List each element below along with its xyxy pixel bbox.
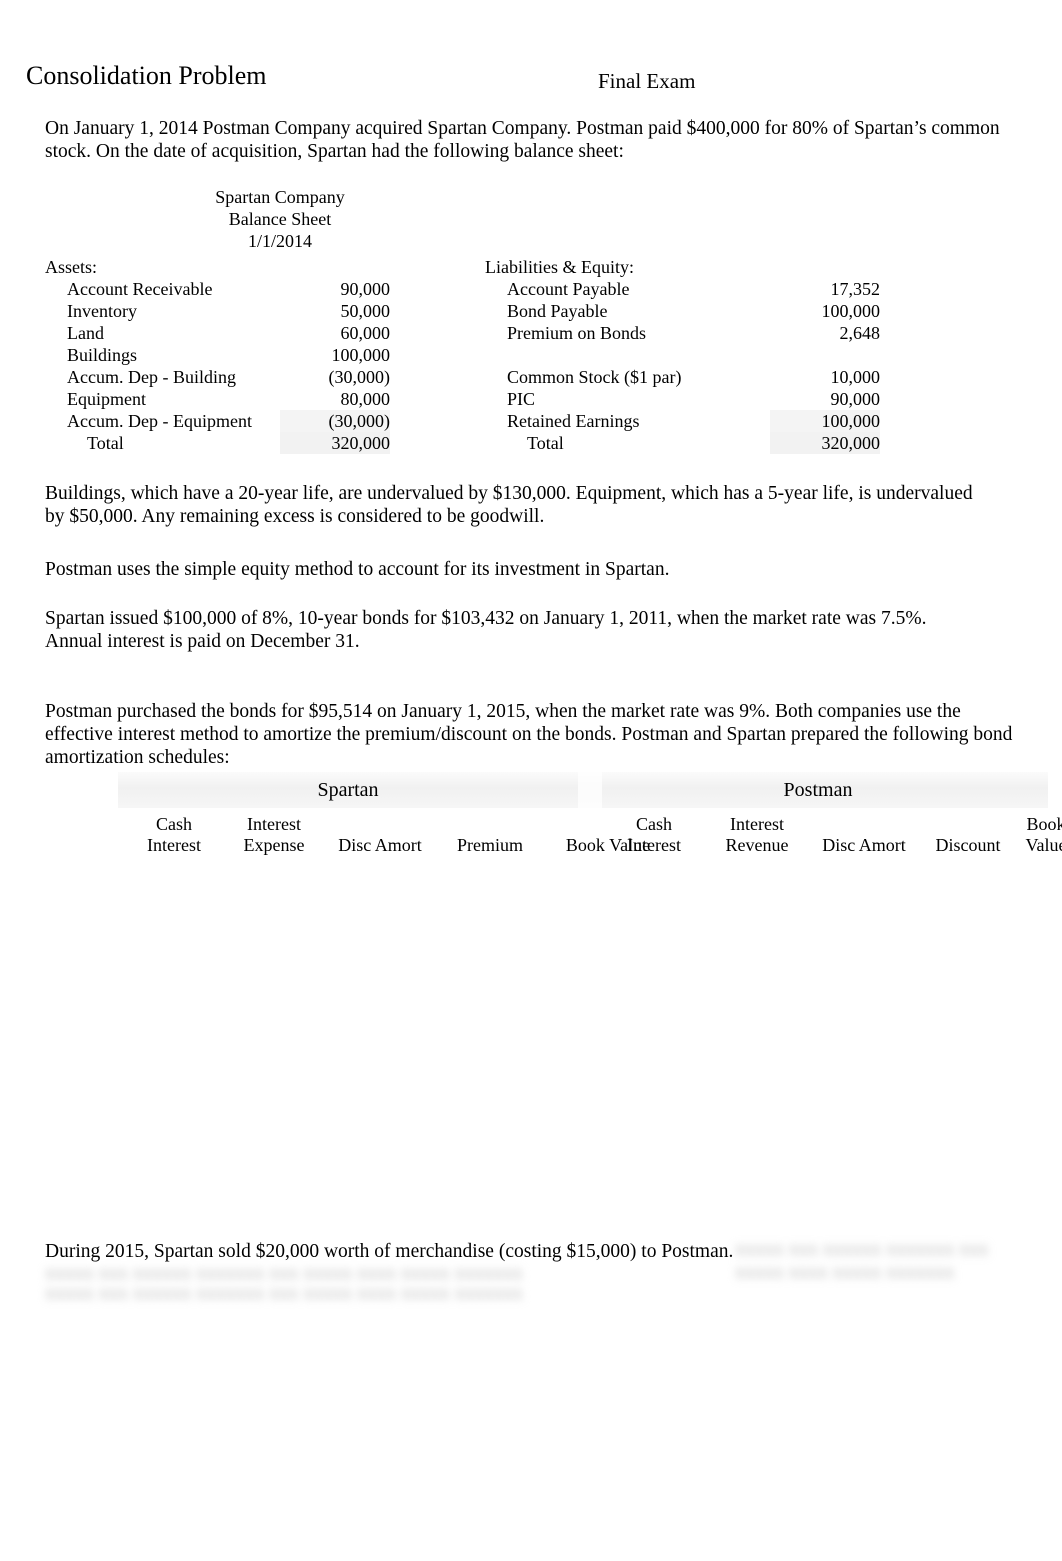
balance-sheet-statement: Balance Sheet bbox=[228, 209, 332, 229]
balance-sheet-heading: Spartan Company Balance Sheet 1/1/2014 bbox=[45, 186, 515, 252]
table-row: Account Payable 17,352 bbox=[485, 278, 945, 300]
table-row: Account Receivable 90,000 bbox=[45, 278, 495, 300]
row-label: Retained Earnings bbox=[507, 411, 640, 431]
column-header-spartan-premium: Premium bbox=[457, 835, 523, 855]
assets-column: Assets: Account Receivable 90,000 Invent… bbox=[45, 256, 495, 454]
liabilities-total-amount: 320,000 bbox=[770, 432, 880, 454]
row-amount: 2,648 bbox=[839, 323, 881, 343]
row-amount: 50,000 bbox=[340, 301, 391, 321]
table-row-spacer bbox=[485, 344, 945, 366]
table-row: Premium on Bonds 2,648 bbox=[485, 322, 945, 344]
table-row: Inventory 50,000 bbox=[45, 300, 495, 322]
row-amount: 90,000 bbox=[830, 389, 881, 409]
amortization-postman-title: Postman bbox=[783, 779, 853, 801]
table-row: Accum. Dep - Equipment (30,000) bbox=[45, 410, 495, 432]
column-header-postman-discount: Discount bbox=[935, 835, 1001, 855]
liabilities-total-row: Total $ 320,000 bbox=[485, 432, 945, 454]
total-label: Total bbox=[527, 433, 564, 453]
paragraph-merchandise: During 2015, Spartan sold $20,000 worth … bbox=[45, 1241, 734, 1262]
row-label: Premium on Bonds bbox=[507, 323, 647, 343]
table-row: Equipment 80,000 bbox=[45, 388, 495, 410]
document-page: Consolidation Problem Final Exam On Janu… bbox=[0, 0, 1062, 1561]
row-label: Account Payable bbox=[507, 279, 630, 299]
table-row: Accum. Dep - Building (30,000) bbox=[45, 366, 495, 388]
row-amount: 100,000 bbox=[770, 410, 880, 432]
column-header-postman-book-value: Book Value bbox=[1025, 814, 1062, 855]
exam-label: Final Exam bbox=[598, 69, 696, 93]
paragraph-equity-method: Postman uses the simple equity method to… bbox=[45, 559, 670, 580]
balance-sheet-date: 1/1/2014 bbox=[247, 231, 312, 251]
column-header-spartan-disc-amort: Disc Amort bbox=[338, 835, 422, 855]
row-label: PIC bbox=[507, 389, 536, 409]
row-amount: 10,000 bbox=[830, 367, 881, 387]
balance-sheet-company: Spartan Company bbox=[215, 187, 345, 207]
paragraph-bond-issue: Spartan issued $100,000 of 8%, 10-year b… bbox=[45, 608, 927, 652]
amortization-table-body bbox=[118, 870, 1048, 1200]
assets-total-row: Total $ 320,000 bbox=[45, 432, 495, 454]
paragraph-bond-purchase: Postman purchased the bonds for $95,514 … bbox=[45, 701, 1013, 768]
amortization-spartan-title: Spartan bbox=[317, 779, 379, 801]
page-title: Consolidation Problem bbox=[26, 61, 267, 90]
table-row: Buildings 100,000 bbox=[45, 344, 495, 366]
amortization-schedules: Spartan Postman Cash Interest Interest E… bbox=[118, 772, 1062, 1200]
assets-total-amount: 320,000 bbox=[280, 432, 390, 454]
row-amount: 90,000 bbox=[340, 279, 391, 299]
assets-heading: Assets: bbox=[45, 257, 98, 277]
liabilities-column: Liabilities & Equity: Account Payable 17… bbox=[485, 256, 945, 454]
column-header-postman-interest-revenue: Interest Revenue bbox=[725, 814, 789, 855]
column-header-spartan-cash-interest: Cash Interest bbox=[147, 814, 201, 855]
total-label: Total bbox=[87, 433, 124, 453]
row-amount: 80,000 bbox=[340, 389, 391, 409]
paragraph-undervalued: Buildings, which have a 20-year life, ar… bbox=[45, 483, 973, 527]
column-header-postman-cash-interest: Cash Interest bbox=[627, 814, 681, 855]
amortization-company-band: Spartan Postman bbox=[118, 772, 1048, 808]
table-row: PIC 90,000 bbox=[485, 388, 945, 410]
row-label: Common Stock ($1 par) bbox=[507, 367, 682, 387]
table-row: Land 60,000 bbox=[45, 322, 495, 344]
band-divider bbox=[578, 772, 602, 808]
column-header-postman-disc-amort: Disc Amort bbox=[822, 835, 906, 855]
row-label: Accum. Dep - Building bbox=[67, 367, 236, 387]
liabilities-heading: Liabilities & Equity: bbox=[485, 257, 634, 277]
row-amount: (30,000) bbox=[328, 367, 391, 387]
row-amount: 17,352 bbox=[830, 279, 881, 299]
row-amount: 60,000 bbox=[340, 323, 391, 343]
table-row: Retained Earnings 100,000 bbox=[485, 410, 945, 432]
row-label: Buildings bbox=[67, 345, 138, 365]
row-amount: 100,000 bbox=[331, 345, 391, 365]
table-row: Common Stock ($1 par) 10,000 bbox=[485, 366, 945, 388]
column-header-spartan-interest-expense: Interest Expense bbox=[243, 814, 305, 855]
row-label: Bond Payable bbox=[507, 301, 608, 321]
row-label: Accum. Dep - Equipment bbox=[67, 411, 252, 431]
row-label: Equipment bbox=[67, 389, 146, 409]
row-label: Account Receivable bbox=[67, 279, 213, 299]
row-amount: (30,000) bbox=[280, 410, 390, 432]
redacted-text-line-3: xxxxx xxx xxxxxx xxxxxxx xxx xxxxx xxxx … bbox=[45, 1283, 523, 1304]
row-label: Land bbox=[67, 323, 104, 343]
balance-sheet: Spartan Company Balance Sheet 1/1/2014 A… bbox=[45, 186, 945, 486]
row-label: Inventory bbox=[67, 301, 137, 321]
table-row: Bond Payable 100,000 bbox=[485, 300, 945, 322]
amortization-header-row: Cash Interest Interest Expense Disc Amor… bbox=[118, 814, 1062, 870]
row-amount: 100,000 bbox=[821, 301, 881, 321]
paragraph-intro: On January 1, 2014 Postman Company acqui… bbox=[45, 118, 1000, 162]
